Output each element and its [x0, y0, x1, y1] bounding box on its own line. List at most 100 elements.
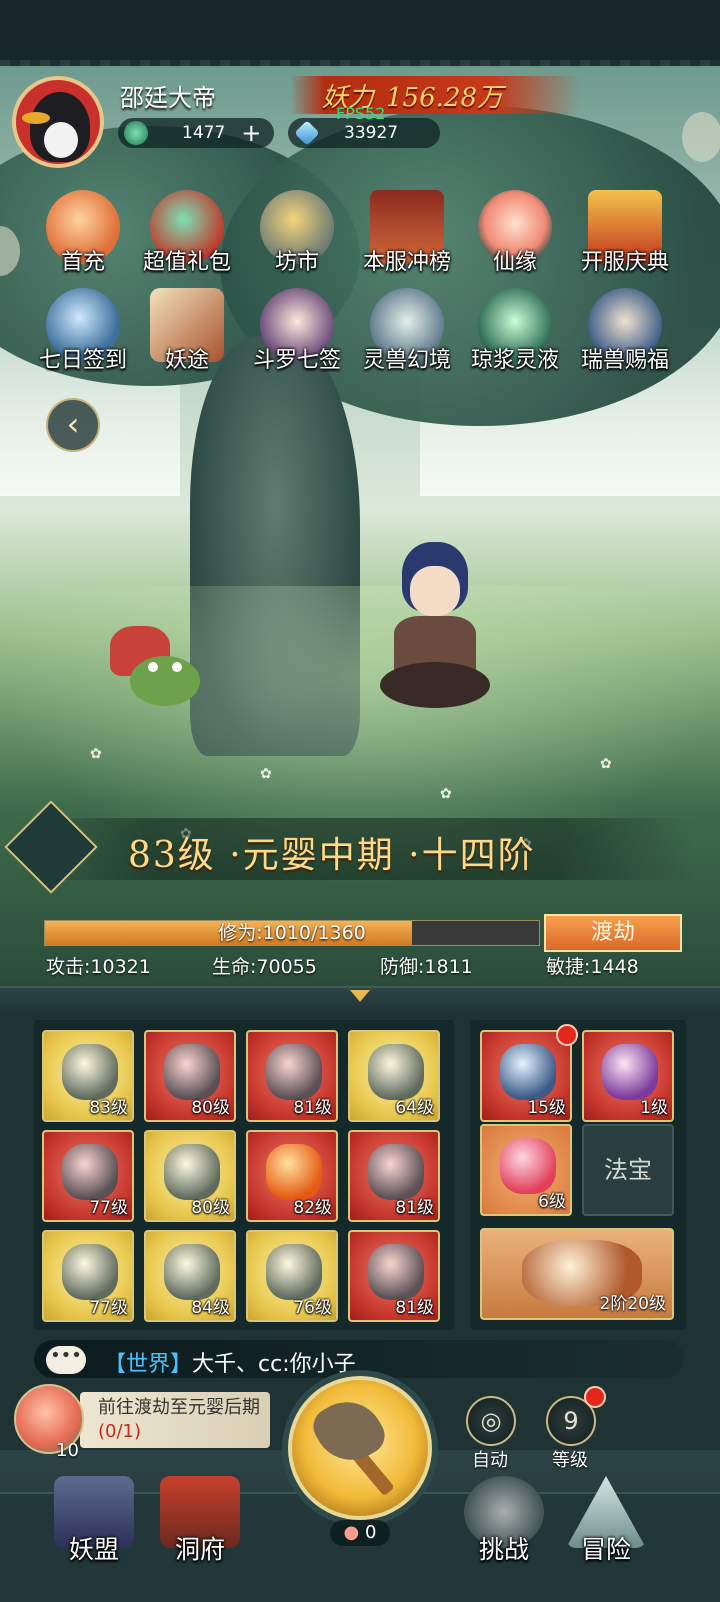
- equip-level: 84级: [191, 1298, 230, 1318]
- magic-treasure-slot[interactable]: 法宝: [582, 1124, 674, 1216]
- icon-label: 首充: [60, 250, 105, 275]
- nav-alliance[interactable]: 妖盟: [44, 1476, 144, 1566]
- penguin-avatar-icon: [22, 92, 90, 162]
- equip-slot[interactable]: 81级: [348, 1230, 440, 1322]
- equip-level: 80级: [191, 1098, 230, 1118]
- helmet-icon: [368, 1044, 424, 1100]
- launch-celebration-button[interactable]: 开服庆典: [570, 190, 680, 276]
- player-character[interactable]: [380, 542, 490, 712]
- axe-peach-counter: ● 0: [330, 1520, 390, 1546]
- jade-currency: 1477 +: [118, 118, 274, 148]
- immortal-fate-button[interactable]: 仙缘: [460, 190, 570, 276]
- fps-counter: FPS52: [336, 104, 386, 123]
- bracer-icon: [164, 1144, 220, 1200]
- add-jade-button[interactable]: +: [241, 119, 261, 147]
- collapse-menu-button[interactable]: ‹: [46, 398, 100, 452]
- pet-level: 6级: [538, 1192, 566, 1212]
- player-avatar[interactable]: [12, 76, 104, 168]
- stat-defense: 防御:1811: [380, 956, 473, 978]
- icon-label: 灵兽幻境: [362, 348, 451, 373]
- chat-text: 大千、cc:你小子: [192, 1352, 356, 1377]
- breakthrough-button[interactable]: 渡劫: [544, 914, 682, 952]
- nav-label: 冒险: [580, 1535, 631, 1564]
- peach-count: 10: [56, 1440, 79, 1461]
- pet-slot[interactable]: 15级: [480, 1030, 572, 1122]
- sword-icon: [62, 1044, 118, 1100]
- equip-slot[interactable]: 80级: [144, 1130, 236, 1222]
- right-side-button[interactable]: [682, 112, 720, 162]
- notification-dot: [556, 1024, 578, 1046]
- value-pack-button[interactable]: 超值礼包: [132, 190, 242, 276]
- cultivation-progress-text: 修为:1010/1360: [218, 922, 366, 944]
- stat-agility: 敏捷:1448: [546, 956, 639, 978]
- pet-level: 1级: [640, 1098, 668, 1118]
- icon-label: 瑞兽赐福: [580, 348, 669, 373]
- nav-cave[interactable]: 洞府: [150, 1476, 250, 1566]
- level-label: 等级: [552, 1450, 588, 1471]
- pink-orb-icon: [500, 1138, 556, 1194]
- demon-mask-icon: [368, 1244, 424, 1300]
- nav-label: 洞府: [174, 1535, 225, 1564]
- stat-attack: 攻击:10321: [46, 956, 151, 978]
- server-ranking-button[interactable]: 本服冲榜: [352, 190, 462, 276]
- realm-text: 83级 ·元婴中期 ·十四阶: [128, 835, 536, 876]
- icon-label: 开服庆典: [580, 250, 669, 275]
- chat-message[interactable]: 【世界】大千、cc:你小子: [104, 1346, 356, 1378]
- pet-slot[interactable]: 1级: [582, 1030, 674, 1122]
- equip-slot[interactable]: 81级: [348, 1130, 440, 1222]
- equip-slot[interactable]: 80级: [144, 1030, 236, 1122]
- icon-label: 琼浆灵液: [470, 348, 559, 373]
- equip-slot[interactable]: 84级: [144, 1230, 236, 1322]
- first-recharge-button[interactable]: 首充: [28, 190, 138, 276]
- frog-companion[interactable]: [100, 626, 200, 706]
- nav-label: 妖盟: [68, 1535, 119, 1564]
- axe-peach-count: 0: [365, 1522, 377, 1543]
- douluo-sign-button[interactable]: 斗罗七签: [242, 288, 352, 374]
- crystal-icon: [294, 120, 320, 146]
- top-pattern-bar: [0, 0, 720, 66]
- small-peach-icon: ●: [343, 1522, 360, 1543]
- market-button[interactable]: 坊市: [242, 190, 352, 276]
- equip-slot[interactable]: 76级: [246, 1230, 338, 1322]
- nav-adventure[interactable]: 冒险: [556, 1476, 656, 1566]
- seven-day-checkin-button[interactable]: 七日签到: [28, 288, 138, 374]
- nav-challenge[interactable]: 挑战: [454, 1476, 554, 1566]
- icon-label: 超值礼包: [142, 250, 231, 275]
- spirit-realm-button[interactable]: 灵兽幻境: [352, 288, 462, 374]
- pet-slot[interactable]: 6级: [480, 1124, 572, 1216]
- chat-bubble-icon[interactable]: •••: [46, 1346, 86, 1374]
- flower-icon: ✿: [440, 786, 452, 802]
- power-value: 156.28万: [386, 82, 503, 113]
- collapse-arrow-icon[interactable]: [350, 990, 370, 1002]
- cultivation-progress-bar: 修为:1010/1360: [44, 920, 540, 946]
- scroll-icon: [266, 1244, 322, 1300]
- elixir-button[interactable]: 琼浆灵液: [460, 288, 570, 374]
- mount-slot[interactable]: 2阶20级: [480, 1228, 674, 1320]
- orb-icon: [266, 1144, 322, 1200]
- equip-slot[interactable]: 82级: [246, 1130, 338, 1222]
- equip-level: 81级: [293, 1098, 332, 1118]
- jade-amount: 1477: [182, 123, 226, 143]
- equip-slot[interactable]: 64级: [348, 1030, 440, 1122]
- mount-level: 2阶20级: [599, 1294, 666, 1314]
- equip-slot[interactable]: 77级: [42, 1130, 134, 1222]
- quest-tracker[interactable]: 前往渡劫至元婴后期 (0/1): [80, 1392, 270, 1448]
- level-number: 9: [563, 1407, 579, 1435]
- equip-slot[interactable]: 77级: [42, 1230, 134, 1322]
- crystal-amount: 33927: [344, 123, 399, 143]
- boots-icon: [62, 1244, 118, 1300]
- lucky-beast-button[interactable]: 瑞兽赐福: [570, 288, 680, 374]
- equip-slot[interactable]: 81级: [246, 1030, 338, 1122]
- power-banner: 妖力 156.28万: [290, 76, 580, 114]
- auto-button[interactable]: ◎: [466, 1396, 516, 1446]
- equip-slot[interactable]: 83级: [42, 1030, 134, 1122]
- icon-label: 妖途: [164, 348, 209, 373]
- chevron-left-icon: ‹: [66, 405, 80, 443]
- robe-icon: [266, 1044, 322, 1100]
- icon-label: 本服冲榜: [362, 250, 451, 275]
- flower-icon: ✿: [260, 766, 272, 782]
- equip-level: 81级: [395, 1198, 434, 1218]
- fox-spirit-icon: [602, 1044, 658, 1100]
- equip-level: 77级: [89, 1298, 128, 1318]
- demon-path-button[interactable]: 妖途: [132, 288, 242, 374]
